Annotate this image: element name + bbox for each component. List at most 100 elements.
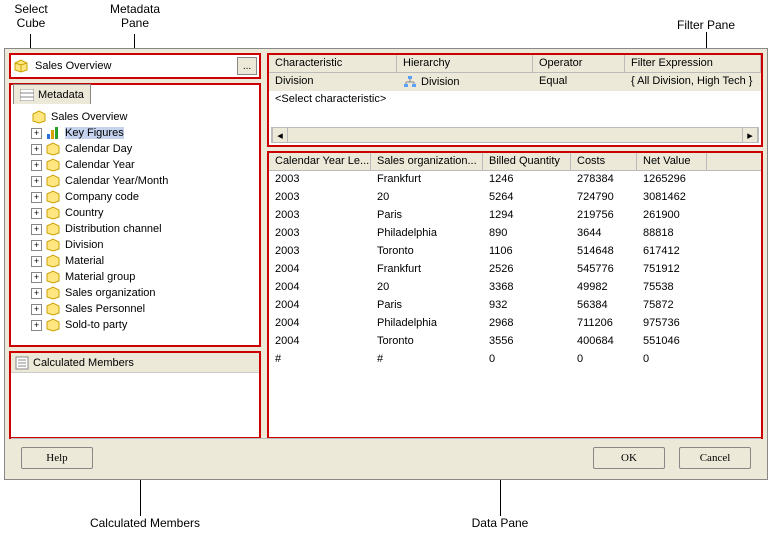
data-pane: Calendar Year Le... Sales organization..… — [267, 151, 763, 439]
data-header: Calendar Year Le... Sales organization..… — [269, 153, 761, 171]
data-cell: 2003 — [269, 189, 371, 207]
tree-item[interactable]: + Country — [15, 205, 255, 221]
data-cell: Paris — [371, 207, 483, 225]
data-col-2[interactable]: Sales organization... — [371, 153, 483, 170]
expander-icon[interactable]: + — [31, 192, 42, 203]
expander-icon[interactable]: + — [31, 160, 42, 171]
dimension-icon — [45, 254, 61, 268]
filter-col-hierarchy[interactable]: Hierarchy — [397, 55, 533, 72]
data-cell: 75538 — [637, 279, 707, 297]
data-cell: Philadelphia — [371, 225, 483, 243]
expander-icon[interactable]: + — [31, 176, 42, 187]
data-row[interactable]: ##000 — [269, 351, 761, 369]
expander-icon[interactable]: + — [31, 208, 42, 219]
tree-item-label: Distribution channel — [65, 223, 162, 235]
data-cell: 0 — [483, 351, 571, 369]
dimension-icon — [45, 174, 61, 188]
filter-col-characteristic[interactable]: Characteristic — [269, 55, 397, 72]
filter-cell-expression[interactable] — [625, 91, 761, 109]
data-cell: Toronto — [371, 333, 483, 351]
expander-icon[interactable]: + — [31, 240, 42, 251]
metadata-icon — [20, 89, 34, 101]
filter-cell-hierarchy[interactable] — [397, 91, 533, 109]
filter-cell-expression[interactable]: { All Division, High Tech } — [625, 73, 761, 91]
filter-row[interactable]: DivisionDivisionEqual{ All Division, Hig… — [269, 73, 761, 91]
data-cell: 20 — [371, 189, 483, 207]
tree-item[interactable]: + Sales organization — [15, 285, 255, 301]
data-cell: 49982 — [571, 279, 637, 297]
tree-item[interactable]: +Calendar Year/Month — [15, 173, 255, 189]
data-col-3[interactable]: Billed Quantity — [483, 153, 571, 170]
data-cell: 724790 — [571, 189, 637, 207]
data-row[interactable]: 20032052647247903081462 — [269, 189, 761, 207]
data-cell: 2004 — [269, 261, 371, 279]
filter-cell-hierarchy[interactable]: Division — [397, 73, 533, 91]
data-row[interactable]: 2004Philadelphia2968711206975736 — [269, 315, 761, 333]
tree-item[interactable]: +Calendar Year — [15, 157, 255, 173]
ok-button[interactable]: OK — [593, 447, 665, 469]
data-col-1[interactable]: Calendar Year Le... — [269, 153, 371, 170]
tree-item[interactable]: +Material — [15, 253, 255, 269]
tree-item[interactable]: +Calendar Day — [15, 141, 255, 157]
data-cell: 2003 — [269, 225, 371, 243]
data-cell: 20 — [371, 279, 483, 297]
data-col-5[interactable]: Net Value — [637, 153, 707, 170]
tree-item[interactable]: +Sales Personnel — [15, 301, 255, 317]
filter-cell-characteristic[interactable]: Division — [269, 73, 397, 91]
data-row[interactable]: 20042033684998275538 — [269, 279, 761, 297]
data-cell: 617412 — [637, 243, 707, 261]
filter-col-expression[interactable]: Filter Expression — [625, 55, 761, 72]
tree-item-label: Country — [65, 207, 104, 219]
tree-item-label: Sales organization — [65, 287, 156, 299]
expander-icon[interactable]: + — [31, 256, 42, 267]
tree-item[interactable]: +Key Figures — [15, 125, 255, 141]
filter-cell-characteristic[interactable]: <Select characteristic> — [269, 91, 397, 109]
tree-item[interactable]: + Distribution channel — [15, 221, 255, 237]
data-row[interactable]: 2004Paris9325638475872 — [269, 297, 761, 315]
filter-col-operator[interactable]: Operator — [533, 55, 625, 72]
metadata-tab[interactable]: Metadata — [13, 84, 91, 104]
dimension-icon — [45, 142, 61, 156]
expander-icon[interactable]: + — [31, 304, 42, 315]
hierarchy-icon — [403, 76, 417, 88]
tree-item[interactable]: +Material group — [15, 269, 255, 285]
data-cell: Paris — [371, 297, 483, 315]
metadata-tree[interactable]: Sales Overview +Key Figures+Calendar Day… — [13, 107, 257, 343]
dimension-icon — [45, 302, 61, 316]
data-row[interactable]: 2004Frankfurt2526545776751912 — [269, 261, 761, 279]
expander-icon[interactable]: + — [31, 144, 42, 155]
help-button[interactable]: Help — [21, 447, 93, 469]
horizontal-scrollbar[interactable]: ◂ ▸ — [271, 127, 759, 143]
data-cell: 2004 — [269, 315, 371, 333]
expander-icon[interactable]: + — [31, 272, 42, 283]
dimension-icon — [45, 318, 61, 332]
data-cell: 2004 — [269, 333, 371, 351]
tree-item[interactable]: +Company code — [15, 189, 255, 205]
tree-item[interactable]: +Sold-to party — [15, 317, 255, 333]
data-row[interactable]: 2003Philadelphia890364488818 — [269, 225, 761, 243]
data-row[interactable]: 2003Paris1294219756261900 — [269, 207, 761, 225]
expander-icon[interactable]: + — [31, 128, 42, 139]
filter-row[interactable]: <Select characteristic> — [269, 91, 761, 109]
tree-item[interactable]: +Division — [15, 237, 255, 253]
scroll-left-button[interactable]: ◂ — [272, 128, 288, 142]
data-cell: 2526 — [483, 261, 571, 279]
browse-cube-button[interactable]: ... — [237, 57, 257, 75]
tree-root[interactable]: Sales Overview — [15, 109, 255, 125]
filter-cell-operator[interactable] — [533, 91, 625, 109]
data-cell: 2003 — [269, 171, 371, 189]
expander-icon[interactable]: + — [31, 224, 42, 235]
data-row[interactable]: 2003Toronto1106514648617412 — [269, 243, 761, 261]
cancel-button[interactable]: Cancel — [679, 447, 751, 469]
data-row[interactable]: 2003Frankfurt12462783841265296 — [269, 171, 761, 189]
calc-icon — [15, 356, 29, 370]
data-col-4[interactable]: Costs — [571, 153, 637, 170]
filter-cell-operator[interactable]: Equal — [533, 73, 625, 91]
callout-metadata-pane: Metadata Pane — [100, 2, 170, 30]
expander-icon[interactable]: + — [31, 320, 42, 331]
data-row[interactable]: 2004Toronto3556400684551046 — [269, 333, 761, 351]
expander-icon[interactable]: + — [31, 288, 42, 299]
scroll-right-button[interactable]: ▸ — [742, 128, 758, 142]
data-cell: Philadelphia — [371, 315, 483, 333]
data-cell: 278384 — [571, 171, 637, 189]
